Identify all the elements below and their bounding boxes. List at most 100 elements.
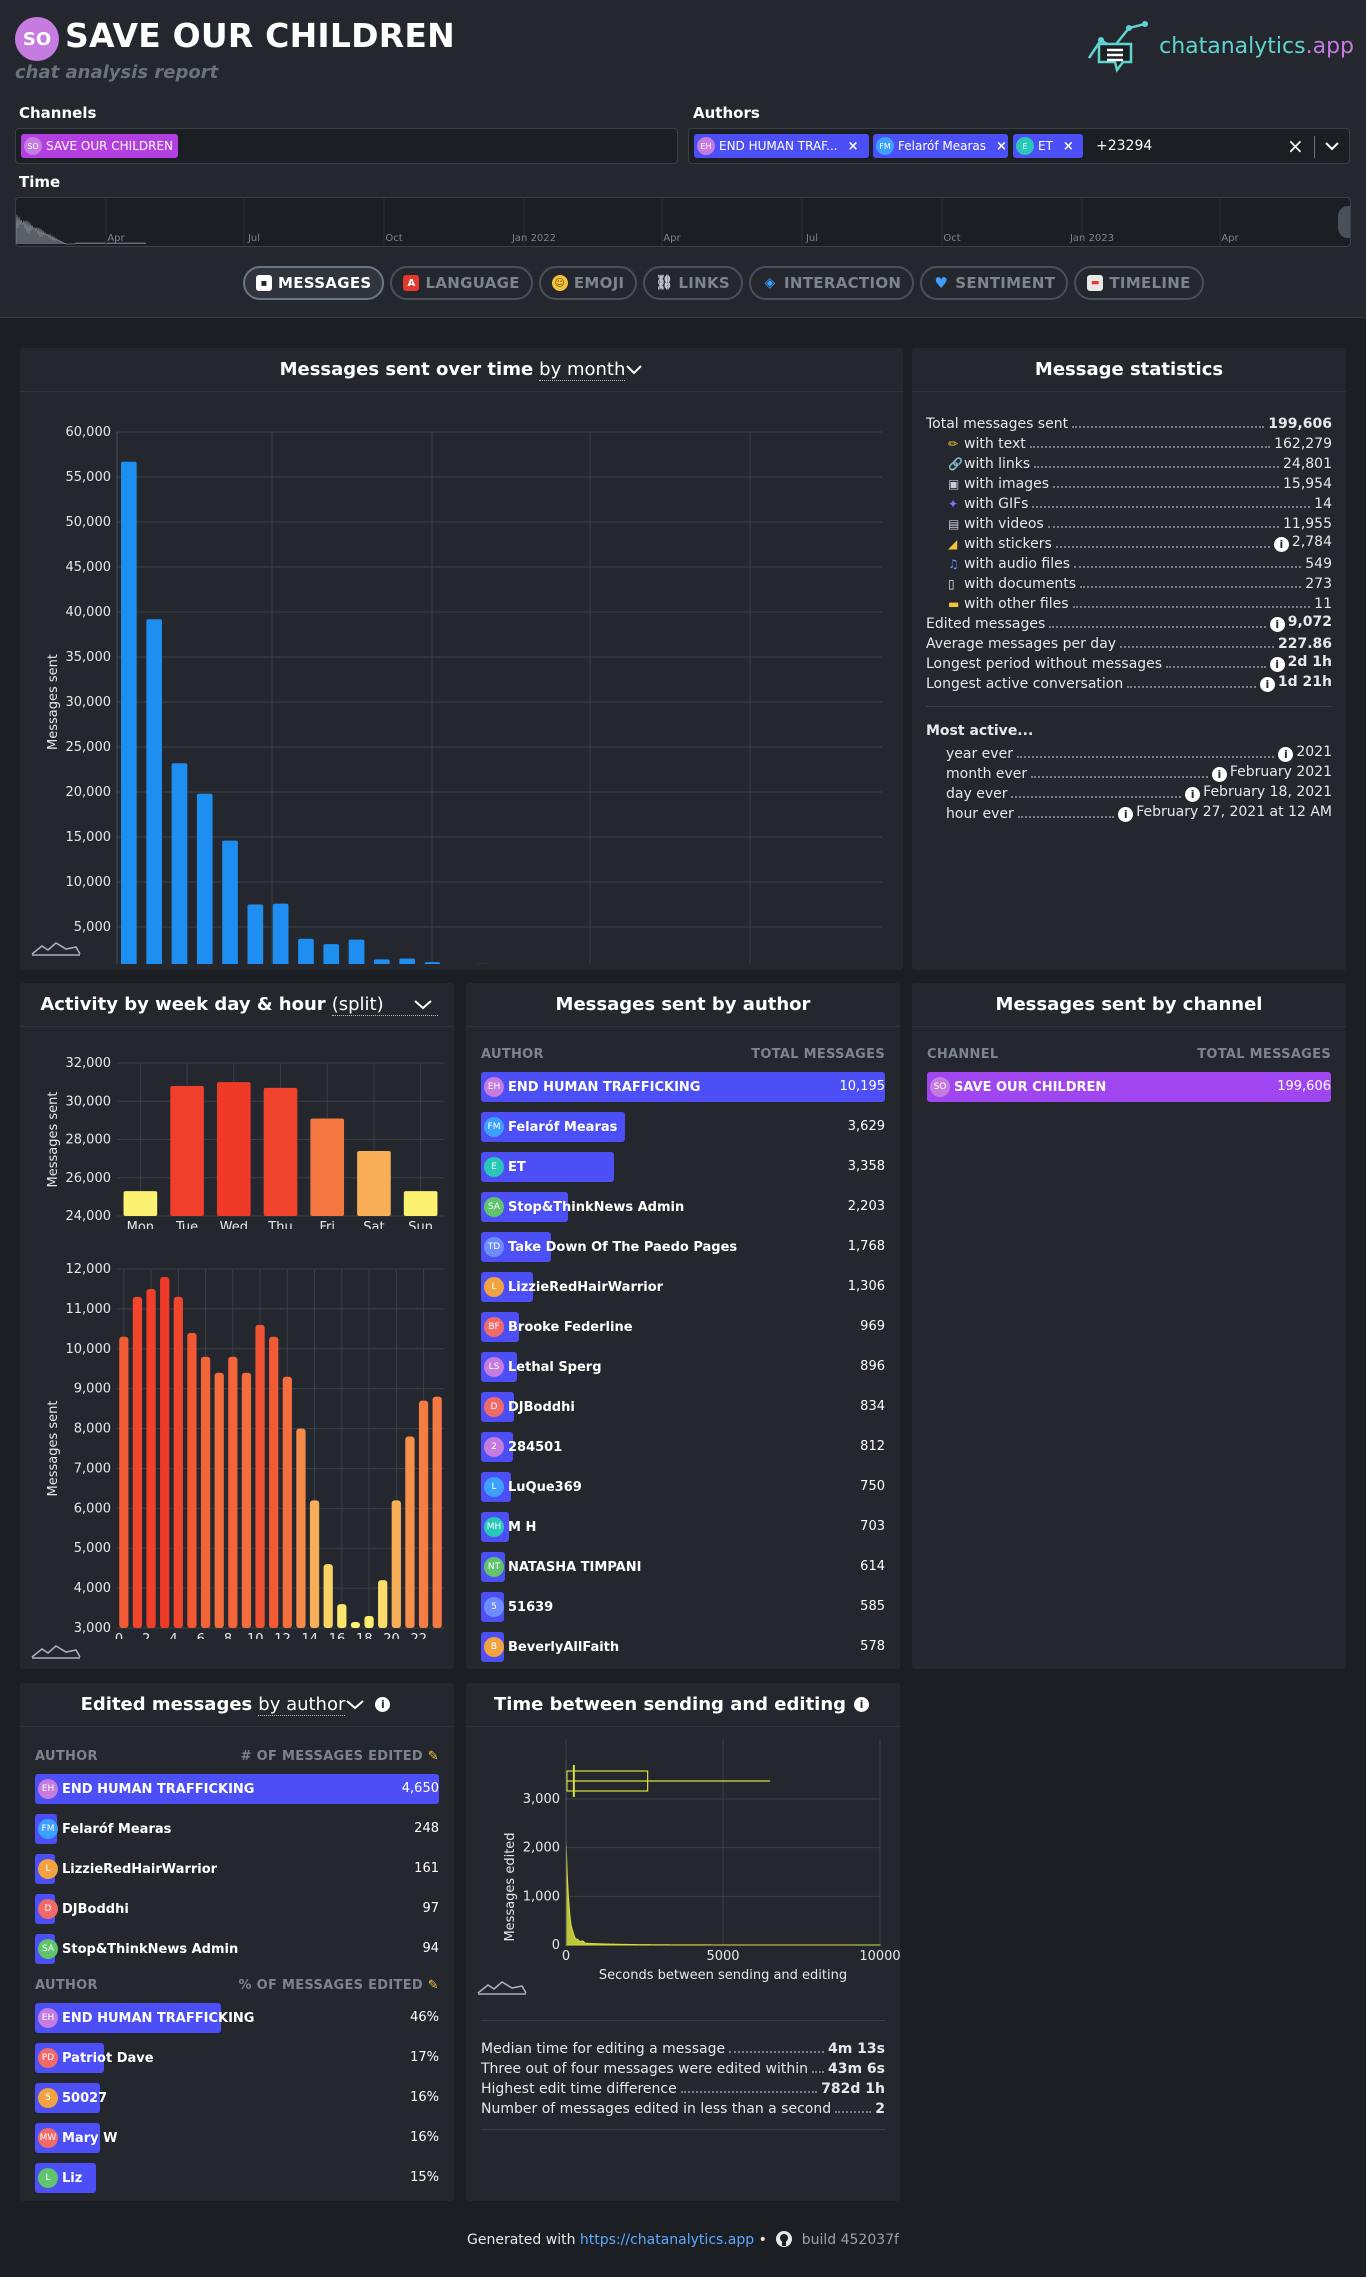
info-icon[interactable]: i	[1273, 537, 1289, 552]
table-row[interactable]: MH M H 703	[481, 1512, 885, 1542]
hour-bar[interactable]	[350, 1622, 361, 1628]
month-bar[interactable]	[323, 944, 340, 964]
table-row[interactable]: L LuQue369 750	[481, 1472, 885, 1502]
table-row[interactable]: LS Lethal Sperg 896	[481, 1352, 885, 1382]
brand-link[interactable]: chatanalytics.app	[1085, 18, 1354, 74]
table-row[interactable]: 5 51639 585	[481, 1592, 885, 1622]
channels-select[interactable]: SO SAVE OUR CHILDREN	[15, 128, 678, 164]
table-row[interactable]: BF Brooke Federline 969	[481, 1312, 885, 1342]
month-bar[interactable]	[298, 938, 314, 964]
weekday-bar[interactable]	[123, 1191, 158, 1216]
hour-bar[interactable]	[173, 1296, 183, 1628]
authors-select[interactable]: EH END HUMAN TRAF... × FM Felaróf Mearas…	[688, 128, 1350, 164]
author-chip[interactable]: FM Felaróf Mearas ×	[873, 134, 1008, 158]
info-icon[interactable]: i	[1269, 657, 1285, 672]
table-row[interactable]: PD Patriot Dave 17%	[35, 2043, 439, 2073]
hour-bar[interactable]	[132, 1296, 143, 1628]
table-row[interactable]: EH END HUMAN TRAFFICKING 4,650	[35, 1774, 439, 1804]
table-row[interactable]: E ET 3,358	[481, 1152, 885, 1182]
hour-bar[interactable]	[255, 1324, 265, 1628]
author-chip[interactable]: E ET ×	[1013, 134, 1083, 158]
table-row[interactable]: L Liz 15%	[35, 2163, 439, 2193]
month-bar[interactable]	[121, 461, 137, 964]
tab-interaction[interactable]: ◈ INTERACTION	[749, 266, 915, 300]
month-bar[interactable]	[247, 904, 264, 965]
tab-timeline[interactable]: ▬ TIMELINE	[1074, 266, 1204, 300]
remove-chip-icon[interactable]: ×	[996, 139, 1007, 154]
month-bar[interactable]	[171, 763, 188, 964]
range-handle[interactable]	[1338, 206, 1350, 238]
table-row[interactable]: D DJBoddhi 834	[481, 1392, 885, 1422]
table-row[interactable]: L LizzieRedHairWarrior 1,306	[481, 1272, 885, 1302]
period-selector[interactable]: by month	[539, 359, 626, 381]
time-range-slider[interactable]: Apr Jul Oct Jan 2022 Apr Jul Oct Jan 2023 Apr	[15, 197, 1351, 247]
hour-bar[interactable]	[309, 1500, 320, 1628]
remove-chip-icon[interactable]: ×	[848, 139, 859, 154]
edited-selector[interactable]: by author	[258, 1694, 346, 1716]
table-row[interactable]: 2 284501 812	[481, 1432, 885, 1462]
info-icon[interactable]: i	[1278, 747, 1294, 762]
github-icon[interactable]	[775, 2230, 793, 2248]
clear-icon[interactable]: ×	[1287, 134, 1304, 158]
hour-bar[interactable]	[241, 1372, 252, 1628]
chevron-down-icon[interactable]	[625, 364, 643, 376]
tab-language[interactable]: A LANGUAGE	[390, 266, 533, 300]
info-icon[interactable]: i	[375, 1697, 391, 1712]
info-icon[interactable]: i	[1259, 677, 1275, 692]
weekday-bar[interactable]	[216, 1082, 251, 1216]
tab-emoji[interactable]: ☺ EMOJI	[538, 266, 638, 300]
month-bar[interactable]	[374, 959, 390, 964]
chevron-down-icon[interactable]	[1325, 141, 1339, 151]
hour-bar[interactable]	[282, 1376, 292, 1628]
hour-bar[interactable]	[119, 1336, 129, 1628]
info-icon[interactable]: i	[1185, 787, 1201, 802]
hour-bar[interactable]	[228, 1356, 238, 1628]
author-chip[interactable]: EH END HUMAN TRAF... ×	[694, 134, 869, 158]
table-row[interactable]: EH END HUMAN TRAFFICKING 46%	[35, 2003, 439, 2033]
hour-bar[interactable]	[146, 1288, 156, 1628]
weekday-bar[interactable]	[403, 1191, 438, 1216]
table-row[interactable]: B BeverlyAllFaith 578	[481, 1632, 885, 1662]
hour-bar[interactable]	[160, 1276, 170, 1628]
month-bar[interactable]	[424, 962, 441, 964]
weekday-bar[interactable]	[263, 1087, 298, 1216]
month-bar[interactable]	[146, 619, 162, 964]
info-icon[interactable]: i	[1118, 807, 1134, 822]
table-row[interactable]: D DJBoddhi 97	[35, 1894, 439, 1924]
chevron-down-icon[interactable]	[412, 999, 434, 1011]
table-row[interactable]: FM Felaróf Mearas 3,629	[481, 1112, 885, 1142]
weekday-bar[interactable]	[170, 1085, 204, 1216]
info-icon[interactable]: i	[1269, 617, 1285, 632]
hour-bar[interactable]	[432, 1396, 442, 1628]
tab-links[interactable]: ⛓ LINKS	[643, 266, 744, 300]
table-row[interactable]: SA Stop&ThinkNews Admin 94	[35, 1934, 439, 1964]
month-bar[interactable]	[272, 903, 289, 964]
table-row[interactable]: L LizzieRedHairWarrior 161	[35, 1854, 439, 1884]
tab-messages[interactable]: ▪ MESSAGES	[243, 266, 385, 300]
table-row[interactable]: EH END HUMAN TRAFFICKING 10,195	[481, 1072, 885, 1102]
hour-bar[interactable]	[323, 1564, 333, 1628]
info-icon[interactable]: i	[854, 1697, 870, 1712]
month-bar[interactable]	[222, 840, 238, 964]
hour-bar[interactable]	[364, 1616, 374, 1628]
weekday-bar[interactable]	[357, 1150, 391, 1216]
hour-bar[interactable]	[269, 1336, 279, 1628]
month-bar[interactable]	[348, 939, 365, 964]
table-row[interactable]: FM Felaróf Mearas 248	[35, 1814, 439, 1844]
hour-bar[interactable]	[405, 1436, 415, 1628]
chatanalytics-link[interactable]: https://chatanalytics.app	[580, 2232, 754, 2248]
info-icon[interactable]: i	[1211, 767, 1227, 782]
hour-bar[interactable]	[214, 1372, 224, 1628]
table-row[interactable]: MW Mary W 16%	[35, 2123, 439, 2153]
hour-bar[interactable]	[296, 1428, 306, 1628]
hour-bar[interactable]	[200, 1356, 211, 1628]
table-row[interactable]: TD Take Down Of The Paedo Pages 1,768	[481, 1232, 885, 1262]
remove-chip-icon[interactable]: ×	[1063, 139, 1074, 154]
hour-bar[interactable]	[337, 1604, 347, 1628]
month-bar[interactable]	[196, 793, 213, 964]
channel-chip[interactable]: SO SAVE OUR CHILDREN	[21, 134, 179, 158]
table-row[interactable]: SO SAVE OUR CHILDREN 199,606	[927, 1072, 1331, 1102]
month-bar[interactable]	[399, 958, 415, 965]
table-row[interactable]: SA Stop&ThinkNews Admin 2,203	[481, 1192, 885, 1222]
table-row[interactable]: NT NATASHA TIMPANI 614	[481, 1552, 885, 1582]
